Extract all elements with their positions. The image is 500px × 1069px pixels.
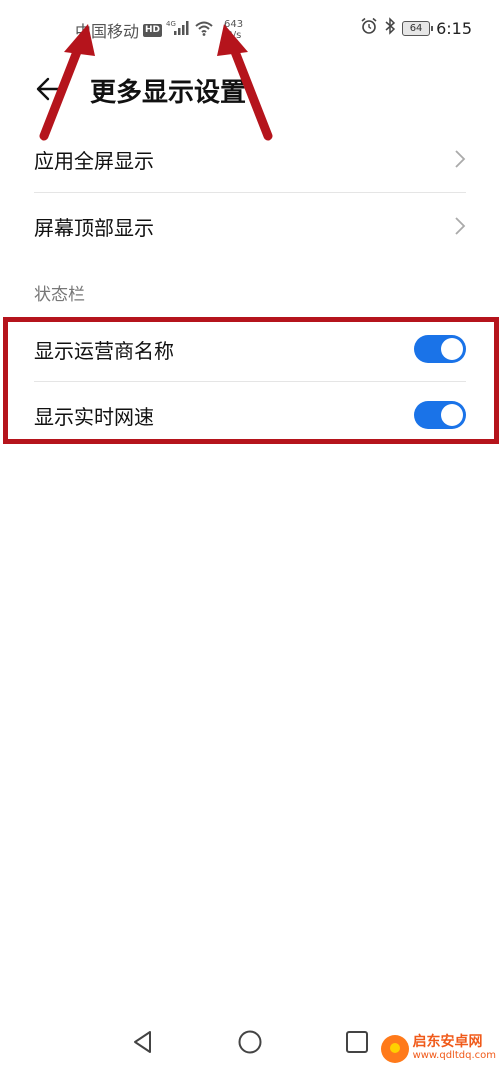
setting-label: 显示运营商名称	[34, 338, 174, 363]
net-speed-value: 643	[224, 19, 244, 30]
nav-back-icon	[134, 1031, 151, 1053]
status-bar: 中国移动 HD 4G 643 B/s 64 6:15	[0, 0, 500, 60]
network-type: 4G	[166, 20, 176, 28]
watermark: 启东安卓网 www.qdltdq.com	[380, 1035, 496, 1063]
section-header-status-bar: 状态栏	[34, 285, 85, 305]
menu-item-top-display[interactable]: 屏幕顶部显示	[34, 193, 466, 259]
status-bar-right: 64 6:15	[360, 17, 472, 39]
carrier-name-toggle[interactable]	[414, 335, 466, 363]
nav-home-button[interactable]	[235, 1027, 265, 1057]
page-title: 更多显示设置	[90, 78, 247, 108]
setting-show-net-speed[interactable]: 显示实时网速	[34, 382, 466, 448]
nav-back-button[interactable]	[128, 1027, 158, 1057]
hd-icon: HD	[143, 23, 163, 37]
watermark-url: www.qdltdq.com	[412, 1050, 496, 1061]
clock-time: 6:15	[436, 18, 472, 38]
nav-home-icon	[238, 1030, 262, 1054]
nav-recents-icon	[346, 1031, 368, 1053]
toggle-knob	[441, 338, 463, 360]
carrier-name: 中国移动	[75, 22, 140, 41]
net-speed: 643 B/s	[224, 19, 243, 41]
bluetooth-icon	[384, 17, 396, 39]
menu-item-label: 应用全屏显示	[34, 148, 154, 173]
alarm-icon	[360, 17, 378, 39]
setting-label: 显示实时网速	[34, 404, 154, 429]
status-bar-left: 中国移动 HD 4G 643 B/s	[75, 18, 243, 42]
back-button[interactable]	[34, 72, 68, 106]
net-speed-toggle[interactable]	[414, 401, 466, 429]
menu-item-label: 屏幕顶部显示	[34, 215, 154, 240]
chevron-right-icon	[455, 217, 466, 235]
menu-item-fullscreen-apps[interactable]: 应用全屏显示	[34, 126, 466, 192]
battery-icon: 64	[402, 20, 434, 36]
watermark-name: 启东安卓网	[412, 1034, 483, 1050]
wifi-icon	[194, 20, 214, 40]
setting-show-carrier-name[interactable]: 显示运营商名称	[34, 316, 466, 382]
watermark-text: 启东安卓网 www.qdltdq.com	[413, 1035, 496, 1063]
toggle-knob	[441, 404, 463, 426]
title-bar: 更多显示设置	[0, 62, 500, 118]
chevron-right-icon	[455, 150, 466, 168]
watermark-logo	[380, 1035, 409, 1063]
back-arrow-icon	[36, 77, 66, 101]
signal-icon: 4G	[166, 20, 190, 40]
net-speed-unit: B/s	[225, 30, 242, 41]
nav-recents-button[interactable]	[342, 1027, 372, 1057]
